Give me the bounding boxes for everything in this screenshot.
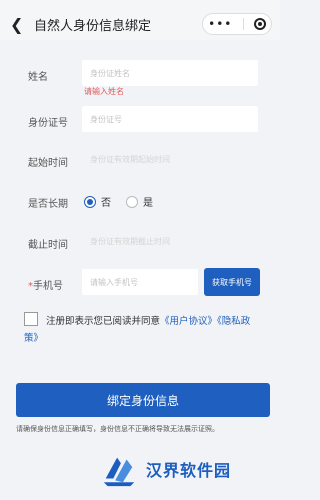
user-agreement-link[interactable]: 《用户协议》 (160, 316, 217, 327)
chevron-left-icon[interactable]: ❮ (10, 15, 28, 34)
end-date-input[interactable] (82, 228, 258, 254)
capsule-divider (242, 18, 244, 30)
id-number-input[interactable] (82, 106, 258, 132)
phone-label-text: 手机号 (33, 281, 63, 292)
bind-identity-button[interactable]: 绑定身份信息 (16, 383, 270, 417)
start-date-label: 起始时间 (28, 158, 68, 169)
agreement-text: 注册即表示您已阅读并同意《用户协议》《隐私政策》 (24, 313, 264, 347)
watermark-logo-icon (103, 457, 135, 487)
phone-label: *手机号 (28, 277, 63, 292)
id-number-label: 身份证号 (28, 118, 68, 129)
nav-bar: ❮ 自然人身份信息绑定 ••• (0, 8, 280, 40)
radio-label-yes: 是 (143, 198, 153, 209)
radio-checked-icon (84, 195, 96, 208)
long-term-label: 是否长期 (28, 199, 68, 210)
start-date-input[interactable] (82, 146, 258, 172)
name-error-text: 请输入姓名 (84, 87, 124, 96)
status-bar (0, 0, 280, 8)
radio-option-no[interactable]: 否 (84, 194, 111, 209)
name-label: 姓名 (28, 72, 48, 83)
name-input[interactable] (82, 60, 258, 86)
page-title: 自然人身份信息绑定 (34, 18, 152, 34)
watermark-text: 汉界软件园 (146, 461, 232, 480)
radio-unchecked-icon (126, 195, 138, 208)
watermark: 汉界软件园 (100, 450, 231, 488)
more-dots-icon[interactable]: ••• (208, 18, 232, 30)
agreement-prefix: 注册即表示您已阅读并同意 (46, 316, 161, 327)
phone-input[interactable] (82, 269, 198, 295)
notice-text: 请确保身份信息正确填写，身份信息不正确将导致无法展示证照。 (16, 425, 219, 433)
identity-form: 姓名 请输入姓名 身份证号 起始时间 是否长期 否 是 截止时间 *手机号 获取… (0, 40, 280, 500)
mini-program-capsule: ••• (202, 13, 272, 35)
target-close-icon[interactable] (253, 18, 266, 30)
radio-label-no: 否 (101, 198, 111, 209)
get-phone-button[interactable]: 获取手机号 (204, 268, 260, 296)
radio-option-yes[interactable]: 是 (126, 194, 153, 209)
end-date-label: 截止时间 (28, 240, 68, 251)
